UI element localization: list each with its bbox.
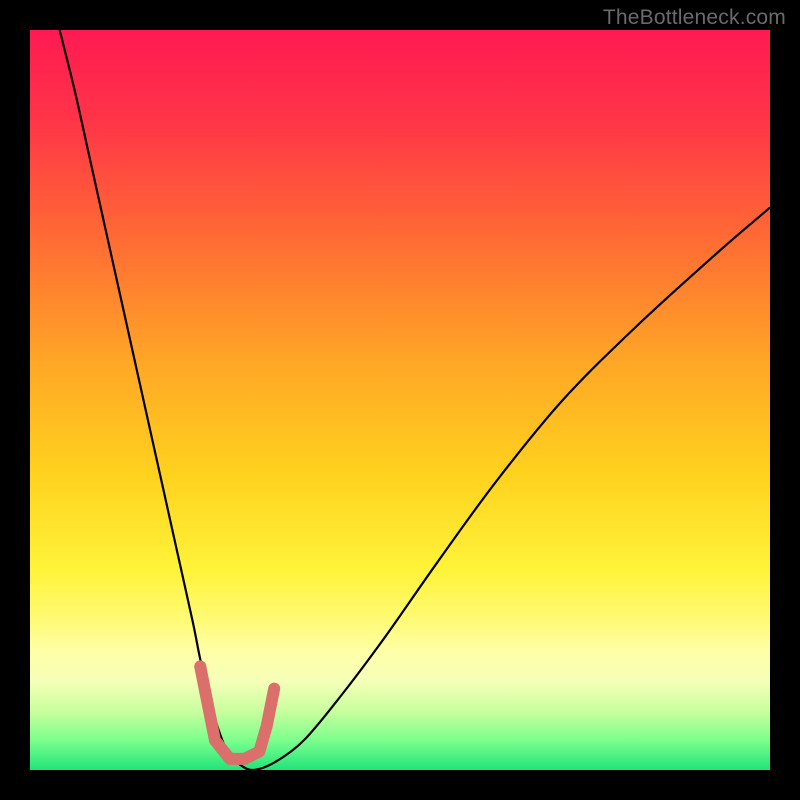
bottleneck-curve — [60, 30, 770, 770]
chart-frame: TheBottleneck.com — [0, 0, 800, 800]
optimal-marker — [200, 666, 274, 759]
watermark-text: TheBottleneck.com — [603, 6, 786, 30]
curve-layer — [30, 30, 770, 770]
plot-area — [30, 30, 770, 770]
